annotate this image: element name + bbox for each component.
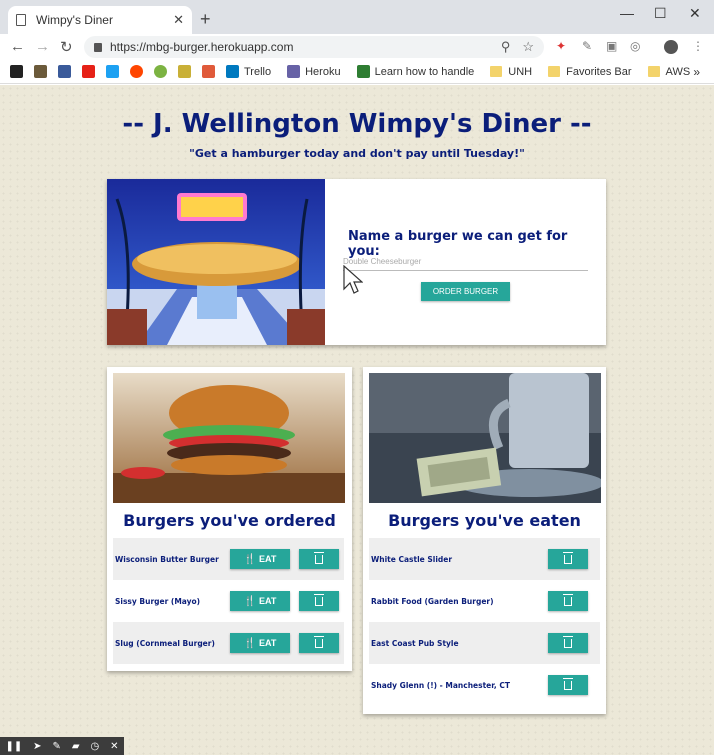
trash-icon	[562, 551, 573, 564]
trello-icon	[226, 65, 239, 78]
bookmark-icon[interactable]	[58, 65, 71, 78]
eaten-row: Shady Glenn (!) - Manchester, CT	[369, 664, 600, 706]
delete-button[interactable]	[299, 549, 339, 569]
reload-icon[interactable]: ↻	[60, 38, 73, 56]
close-icon[interactable]: ✕	[110, 741, 118, 752]
fork-knife-icon: 🍴	[243, 637, 257, 649]
bookmark-icon[interactable]	[154, 65, 167, 78]
delete-button[interactable]	[548, 633, 588, 653]
trash-icon	[313, 635, 324, 648]
order-burger-button[interactable]: ORDER BURGER	[421, 282, 510, 301]
bookmark-trello[interactable]: Trello	[226, 65, 271, 78]
bookmark-icon[interactable]	[10, 65, 23, 78]
pen-icon[interactable]: ✎	[53, 741, 61, 752]
zoom-icon[interactable]: ⚲	[501, 39, 511, 55]
browser-toolbar: ← → ↻ https://mbg-burger.herokuapp.com ⚲…	[0, 34, 714, 60]
folder-icon	[647, 66, 660, 77]
menu-icon[interactable]: ⋮	[692, 39, 704, 53]
bookmark-icon[interactable]	[82, 65, 95, 78]
close-window-icon[interactable]: ✕	[689, 5, 701, 22]
new-tab-icon[interactable]: +	[200, 9, 211, 30]
folder-aws[interactable]: AWS	[647, 66, 690, 78]
page: -- J. Wellington Wimpy's Diner -- "Get a…	[0, 85, 714, 755]
url-text: https://mbg-burger.herokuapp.com	[110, 40, 294, 54]
diner-image	[107, 179, 325, 345]
eat-button[interactable]: 🍴 EAT	[230, 633, 290, 653]
bookmark-icon[interactable]	[130, 65, 143, 78]
page-icon	[16, 14, 26, 26]
bookmark-icon	[356, 65, 370, 78]
delete-button[interactable]	[299, 633, 339, 653]
extension-icon[interactable]: ✦	[556, 39, 566, 53]
eaten-row: East Coast Pub Style	[369, 622, 600, 664]
bookmark-learn[interactable]: Learn how to handle	[356, 65, 474, 78]
maximize-icon[interactable]: ☐	[654, 5, 667, 22]
folder-icon	[548, 66, 561, 77]
page-title: -- J. Wellington Wimpy's Diner --	[122, 109, 592, 139]
eaten-title: Burgers you've eaten	[388, 511, 581, 530]
delete-button[interactable]	[548, 549, 588, 569]
browser-tab[interactable]: Wimpy's Diner ✕	[8, 6, 192, 34]
ordered-card: Burgers you've ordered Wisconsin Butter …	[107, 367, 352, 671]
bookmark-icon[interactable]	[178, 65, 191, 78]
trash-icon	[562, 593, 573, 606]
forward-icon[interactable]: →	[35, 38, 50, 55]
eraser-icon[interactable]: ▰	[72, 741, 80, 752]
timer-icon[interactable]: ◷	[90, 741, 99, 752]
pause-icon[interactable]: ❚❚	[5, 741, 22, 752]
fork-knife-icon: 🍴	[243, 595, 257, 607]
order-card: Name a burger we can get for you: ORDER …	[107, 179, 606, 345]
extension-icon[interactable]: ◎	[630, 39, 640, 53]
avatar[interactable]	[664, 40, 678, 54]
extension-icon[interactable]: ▣	[606, 39, 617, 53]
fork-knife-icon: 🍴	[243, 553, 257, 565]
heroku-icon	[287, 65, 301, 78]
back-icon[interactable]: ←	[10, 38, 25, 55]
bookmarks-bar: Trello Heroku Learn how to handle UNH Fa…	[0, 60, 714, 84]
bookmark-heroku[interactable]: Heroku	[287, 65, 341, 78]
ordered-row: Slug (Cornmeal Burger) 🍴 EAT	[113, 622, 344, 664]
trash-icon	[313, 551, 324, 564]
bookmark-icon[interactable]	[202, 65, 215, 78]
extension-icon[interactable]: ✎	[582, 39, 592, 53]
tab-strip: Wimpy's Diner ✕ + — ☐ ✕	[0, 0, 714, 34]
star-icon[interactable]: ☆	[522, 39, 534, 55]
tab-title: Wimpy's Diner	[36, 13, 113, 27]
ordered-row: Sissy Burger (Mayo) 🍴 EAT	[113, 580, 344, 622]
eat-button[interactable]: 🍴 EAT	[230, 591, 290, 611]
delete-button[interactable]	[548, 591, 588, 611]
recorder-toolbar: ❚❚ ➤ ✎ ▰ ◷ ✕	[0, 737, 124, 755]
bookmark-icon[interactable]	[106, 65, 119, 78]
lock-icon	[94, 42, 102, 52]
coffee-money-image	[369, 373, 601, 503]
trash-icon	[562, 635, 573, 648]
eaten-card: Burgers you've eaten White Castle Slider…	[363, 367, 606, 714]
trash-icon	[562, 677, 573, 690]
folder-unh[interactable]: UNH	[490, 66, 532, 78]
burger-name-input[interactable]	[343, 253, 588, 271]
eaten-row: White Castle Slider	[369, 538, 600, 580]
eaten-row: Rabbit Food (Garden Burger)	[369, 580, 600, 622]
delete-button[interactable]	[548, 675, 588, 695]
address-bar[interactable]: https://mbg-burger.herokuapp.com ⚲ ☆	[84, 36, 544, 58]
trash-icon	[313, 593, 324, 606]
burger-image	[113, 373, 345, 503]
ordered-title: Burgers you've ordered	[123, 511, 336, 530]
pointer-icon[interactable]: ➤	[33, 741, 41, 752]
eat-button[interactable]: 🍴 EAT	[230, 549, 290, 569]
folder-favorites[interactable]: Favorites Bar	[548, 66, 632, 78]
more-bookmarks-icon[interactable]: »	[693, 65, 700, 79]
minimize-icon[interactable]: —	[620, 5, 634, 21]
tagline: "Get a hamburger today and don't pay unt…	[189, 147, 525, 160]
order-form: Name a burger we can get for you: ORDER …	[343, 179, 588, 345]
delete-button[interactable]	[299, 591, 339, 611]
folder-icon	[490, 66, 503, 77]
ordered-row: Wisconsin Butter Burger 🍴 EAT	[113, 538, 344, 580]
close-tab-icon[interactable]: ✕	[173, 12, 184, 28]
bookmark-icon[interactable]	[34, 65, 47, 78]
